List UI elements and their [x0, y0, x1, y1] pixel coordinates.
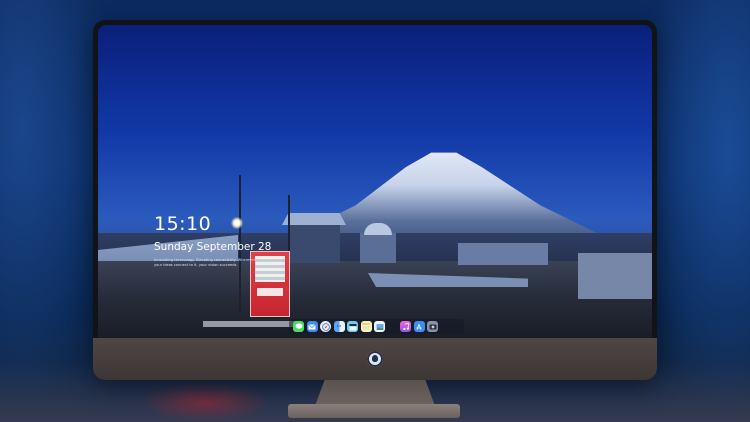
music-icon[interactable]: [400, 321, 411, 332]
quonset-hut: [360, 223, 396, 263]
shed: [458, 243, 548, 265]
camera-icon[interactable]: [427, 321, 438, 332]
street-light: [231, 217, 243, 229]
dock: [289, 319, 464, 334]
monitor-stand-neck: [315, 380, 435, 406]
lockscreen-time: 15:10: [154, 213, 212, 235]
brand-logo-icon: [367, 351, 383, 367]
mail-icon[interactable]: [306, 321, 318, 332]
video-icon[interactable]: [347, 321, 358, 332]
curb: [203, 321, 298, 327]
safari-icon[interactable]: [320, 321, 331, 332]
photos-icon[interactable]: [374, 321, 385, 332]
lockscreen-caption: Innovating technology. Elevating connect…: [154, 258, 256, 267]
monitor-chin: [93, 338, 657, 380]
lockscreen-date: Sunday September 28: [154, 241, 272, 253]
app-store-icon[interactable]: [413, 321, 425, 332]
screen: 15:10 Sunday September 28 Innovating tec…: [98, 25, 652, 338]
background-reflection: [140, 382, 270, 422]
house: [288, 223, 340, 263]
monitor-stand-base: [288, 404, 460, 418]
notes-icon[interactable]: [360, 321, 372, 332]
messages-icon[interactable]: [293, 321, 304, 332]
barn: [578, 253, 652, 299]
finder-icon[interactable]: [333, 321, 345, 332]
monitor: 15:10 Sunday September 28 Innovating tec…: [93, 20, 657, 380]
